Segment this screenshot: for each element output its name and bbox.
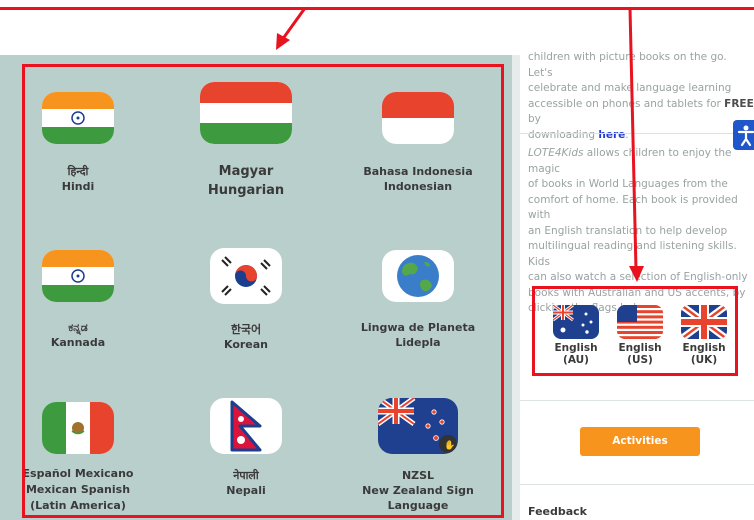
annotation-arrows [276, 7, 644, 282]
